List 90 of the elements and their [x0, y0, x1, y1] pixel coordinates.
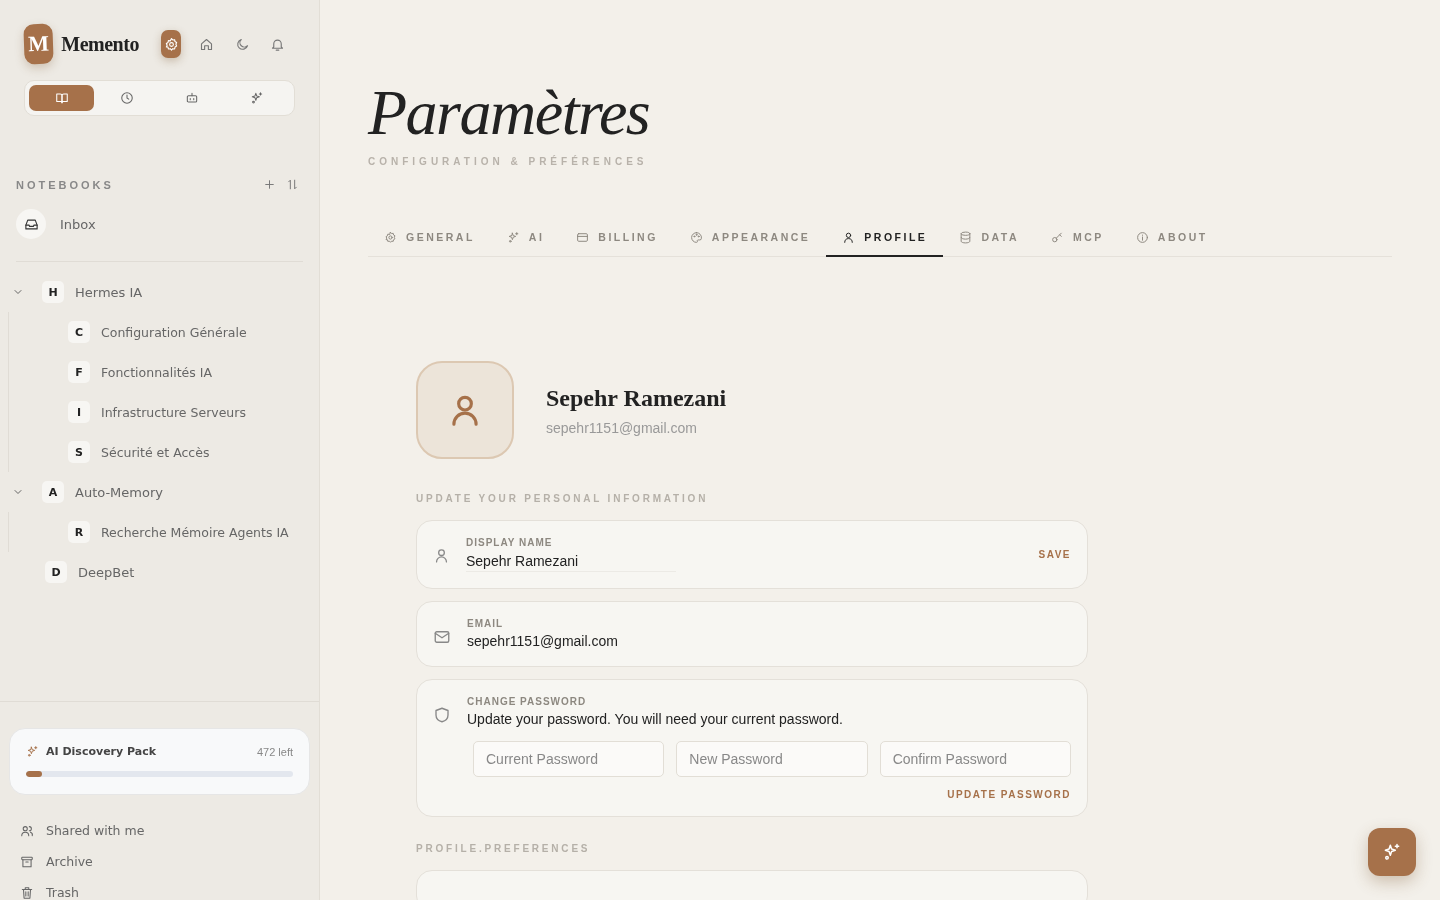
notebook-item[interactable]: F Fonctionnalités IA — [9, 352, 319, 392]
key-icon — [1051, 230, 1064, 244]
sort-icon — [286, 178, 299, 191]
notebook-name: Hermes IA — [75, 284, 143, 300]
clock-icon — [119, 91, 134, 105]
sparkles-icon — [1382, 842, 1402, 862]
sidebar-link[interactable]: Shared with me — [20, 823, 319, 838]
letter-badge: R — [68, 521, 90, 543]
bell-icon — [270, 36, 286, 52]
notebook-name: Infrastructure Serveurs — [101, 404, 246, 420]
gear-button[interactable] — [160, 30, 182, 58]
robot-icon — [185, 91, 200, 105]
notebook-name: Configuration Générale — [101, 324, 247, 340]
user-icon — [433, 547, 450, 564]
settings-tab[interactable]: BILLING — [560, 219, 674, 257]
email-value: sepehr1151@gmail.com — [467, 633, 619, 649]
app-logo[interactable]: M — [23, 23, 54, 65]
sidebar-link[interactable]: Trash — [20, 885, 319, 900]
letter-badge: F — [68, 361, 90, 383]
settings-tab[interactable]: ABOUT — [1119, 219, 1224, 257]
display-name-field[interactable]: Sepehr Ramezani — [466, 551, 676, 572]
letter-badge: C — [68, 321, 90, 343]
sidebar-link[interactable]: Archive — [20, 854, 319, 869]
notebook-name: Fonctionnalités IA — [101, 364, 212, 380]
letter-badge: A — [42, 481, 64, 503]
page-subtitle: CONFIGURATION & PRÉFÉRENCES — [368, 156, 649, 167]
settings-tab[interactable]: MCP — [1035, 219, 1120, 257]
password-field[interactable]: Current Password — [473, 741, 665, 777]
password-field[interactable]: New Password — [676, 741, 868, 777]
section-title: UPDATE YOUR PERSONAL INFORMATION — [416, 493, 710, 504]
add-button[interactable] — [263, 178, 276, 191]
sparkles-icon — [26, 745, 39, 758]
notebook-item[interactable]: A Auto-Memory — [0, 472, 319, 512]
notebook-name: Recherche Mémoire Agents IA — [101, 524, 289, 540]
pack-title: AI Discovery Pack — [46, 745, 158, 758]
settings-tab[interactable]: AI — [490, 219, 561, 257]
sparkles-icon — [250, 91, 265, 105]
notebook-name: DeepBet — [78, 564, 135, 580]
notebook-item[interactable]: R Recherche Mémoire Agents IA — [9, 512, 319, 552]
field-label: CHANGE PASSWORD — [467, 696, 588, 707]
settings-tab[interactable]: PROFILE — [826, 219, 944, 257]
shield-icon — [433, 706, 451, 724]
password-field[interactable]: Confirm Password — [879, 741, 1071, 777]
settings-tab[interactable]: APPEARANCE — [673, 219, 827, 257]
field-label: EMAIL — [467, 618, 505, 629]
mail-icon — [433, 628, 451, 646]
people-icon — [20, 823, 34, 838]
gear-icon — [384, 230, 397, 244]
plus-icon — [263, 178, 276, 191]
settings-tab[interactable]: DATA — [943, 219, 1035, 257]
password-description: Update your password. You will need your current password. — [467, 711, 844, 727]
section-title: NOTEBOOKS — [16, 178, 115, 191]
notebook-item[interactable]: H Hermes IA — [0, 272, 319, 312]
gear-icon — [163, 36, 179, 52]
field-label: DISPLAY NAME — [466, 537, 554, 548]
letter-badge: I — [68, 401, 90, 423]
notebook-item[interactable]: S Sécurité et Accès — [9, 432, 319, 472]
home-icon — [199, 36, 215, 52]
app-name: Memento — [61, 32, 139, 56]
book-icon — [54, 91, 69, 105]
section-title: PROFILE.PREFERENCES — [416, 843, 592, 854]
notebook-name: Sécurité et Accès — [101, 444, 210, 460]
letter-badge: D — [45, 561, 67, 583]
profile-email: sepehr1151@gmail.com — [546, 419, 698, 436]
credit-card-icon — [576, 230, 590, 244]
letter-badge: H — [42, 281, 64, 303]
inbox-item[interactable]: Inbox — [16, 209, 303, 239]
user-icon — [842, 230, 856, 244]
notebook-item[interactable]: C Configuration Générale — [9, 312, 319, 352]
moon-icon — [234, 36, 250, 52]
inbox-icon — [23, 216, 39, 232]
remaining-count: 472 left — [256, 745, 293, 758]
notebook-item[interactable]: D DeepBet — [0, 552, 319, 592]
palette-icon — [689, 230, 703, 244]
info-icon — [1135, 230, 1149, 244]
letter-badge: S — [68, 441, 90, 463]
settings-tab[interactable]: GENERAL — [368, 219, 491, 257]
notebook-name: Auto-Memory — [75, 484, 163, 500]
database-icon — [959, 230, 973, 244]
page-title: Paramètres — [368, 76, 651, 150]
sparkles-icon — [506, 230, 520, 244]
profile-name: Sepehr Ramezani — [546, 384, 727, 412]
archive-icon — [20, 854, 34, 869]
save-button[interactable]: SAVE — [1038, 549, 1071, 560]
view-tab[interactable] — [29, 85, 95, 111]
ai-assistant-button[interactable] — [1368, 828, 1416, 876]
sort-button[interactable] — [286, 178, 299, 191]
notebook-item[interactable]: I Infrastructure Serveurs — [9, 392, 319, 432]
update-password-button[interactable]: UPDATE PASSWORD — [947, 789, 1071, 800]
trash-icon — [20, 885, 34, 900]
